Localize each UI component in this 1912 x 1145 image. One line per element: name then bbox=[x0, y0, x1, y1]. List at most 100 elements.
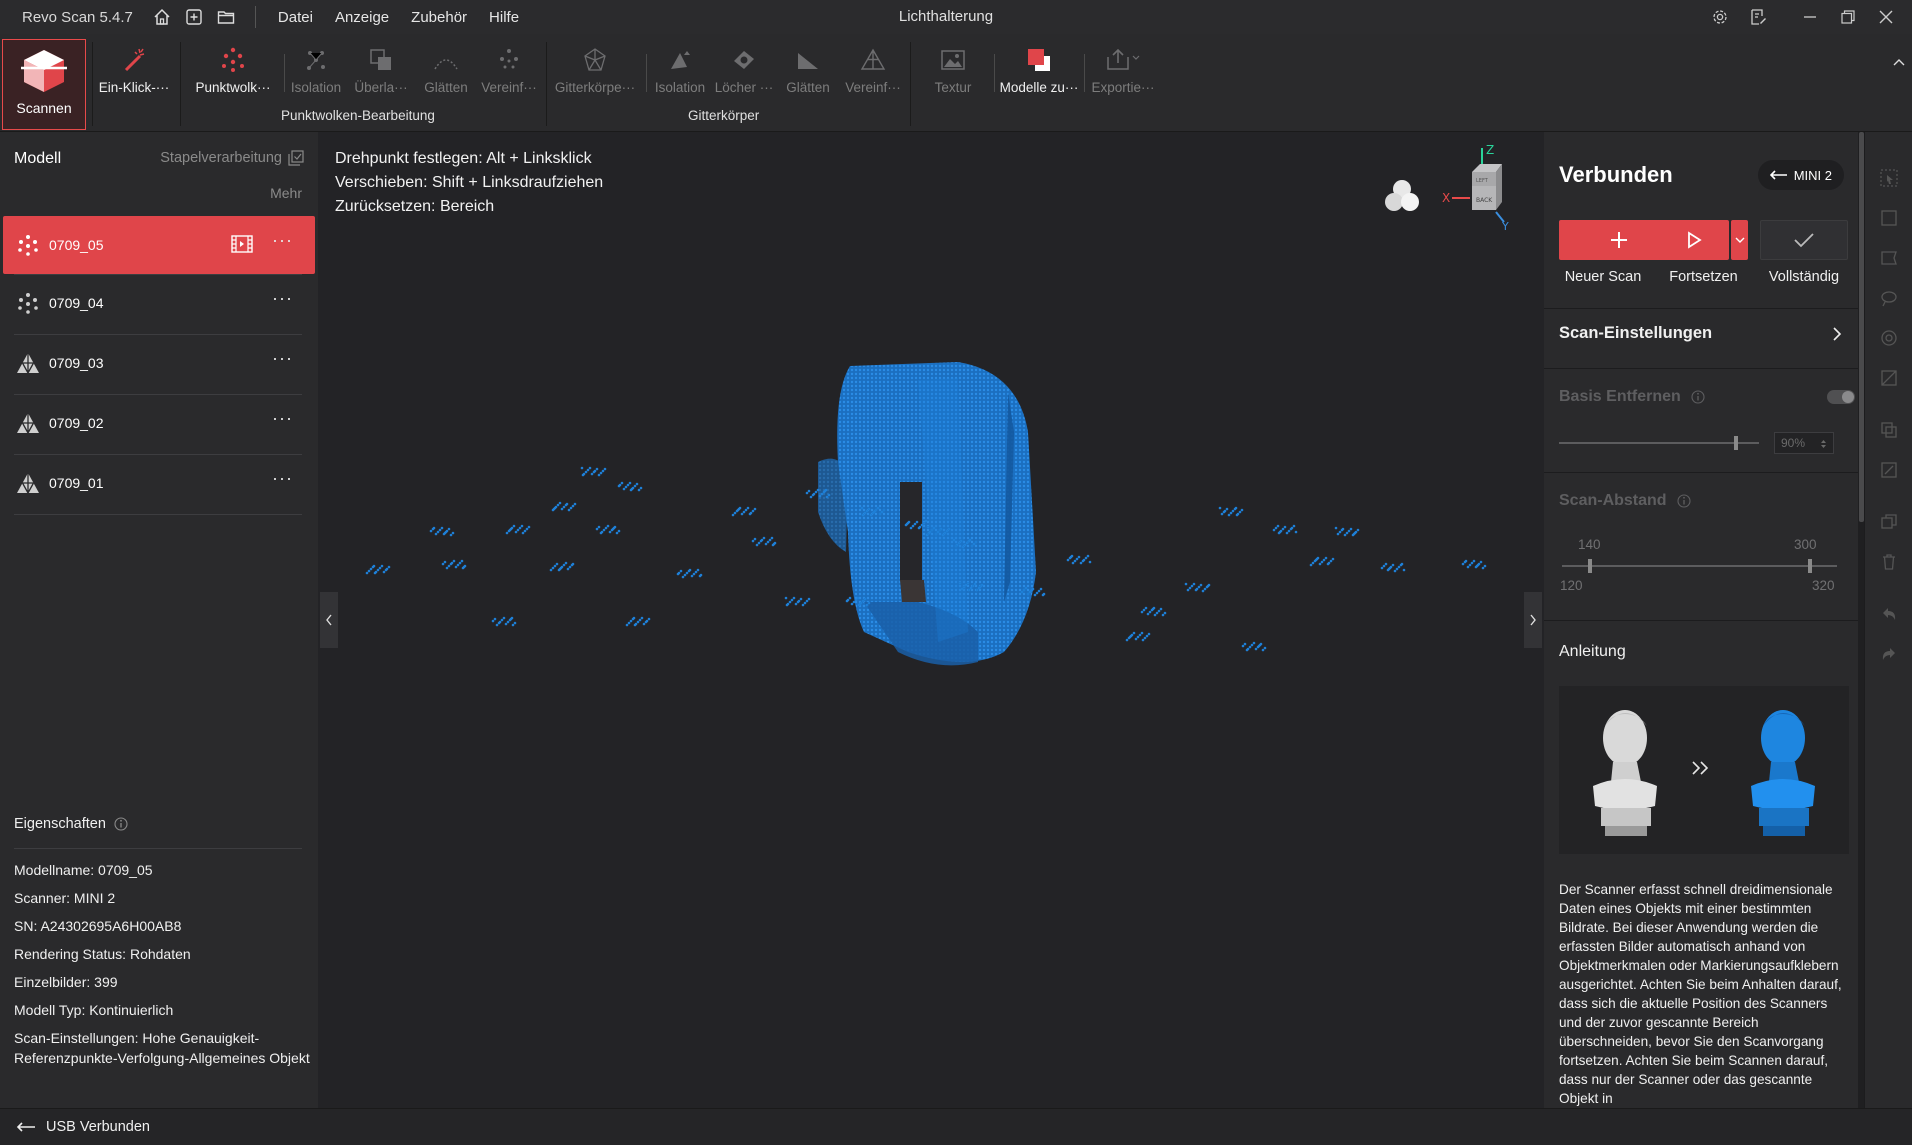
restore-icon[interactable] bbox=[1834, 4, 1862, 30]
reference-marker bbox=[491, 616, 517, 627]
model-more-icon[interactable]: ··· bbox=[272, 230, 293, 251]
model-row-0709-01[interactable]: 0709_01 ··· bbox=[3, 454, 315, 512]
model-more-icon[interactable]: ··· bbox=[272, 408, 293, 429]
continue-button[interactable] bbox=[1659, 220, 1729, 260]
mesh-smooth-button[interactable]: Glätten bbox=[778, 40, 838, 102]
remove-base-toggle[interactable] bbox=[1827, 390, 1855, 404]
texture-button[interactable]: Textur bbox=[920, 40, 986, 102]
model-row-0709-02[interactable]: 0709_02 ··· bbox=[3, 394, 315, 452]
mesh-model-icon bbox=[15, 352, 41, 374]
mesh-isolation-icon bbox=[663, 44, 697, 76]
select-all-icon[interactable] bbox=[1877, 458, 1901, 482]
reference-marker bbox=[1272, 524, 1298, 535]
base-slider-track[interactable] bbox=[1559, 442, 1759, 444]
settings-gear-icon[interactable] bbox=[1706, 4, 1734, 30]
undo-icon[interactable] bbox=[1877, 602, 1901, 626]
reference-marker bbox=[617, 481, 643, 492]
prop-scan-settings: Scan-Einstellungen: Hohe Genauigkeit-Ref… bbox=[14, 1030, 310, 1066]
distance-slider-low-handle[interactable] bbox=[1588, 559, 1592, 573]
model-more-icon[interactable]: ··· bbox=[272, 468, 293, 489]
properties-title: Eigenschaften bbox=[14, 816, 128, 832]
menu-zubehoer[interactable]: Zubehör bbox=[411, 9, 467, 26]
menu-hilfe[interactable]: Hilfe bbox=[489, 9, 519, 26]
usb-connect-icon bbox=[16, 1122, 35, 1132]
one-click-button[interactable]: Ein-Klick-··· bbox=[96, 40, 172, 102]
reference-marker bbox=[1334, 526, 1360, 537]
merge-models-button[interactable]: Modelle zu··· bbox=[998, 40, 1080, 102]
model-row-0709-03[interactable]: 0709_03 ··· bbox=[3, 334, 315, 392]
pc-overlap-button[interactable]: Überla··· bbox=[350, 40, 412, 102]
delete-icon[interactable] bbox=[1877, 550, 1901, 574]
status-bar: USB Verbunden bbox=[0, 1108, 1912, 1145]
copy-icon[interactable] bbox=[1877, 510, 1901, 534]
frames-film-icon[interactable] bbox=[231, 235, 253, 257]
mesh-simplify-button[interactable]: Vereinf··· bbox=[840, 40, 906, 102]
mesh-holes-button[interactable]: Löcher ··· bbox=[712, 40, 776, 102]
point-cloud-button[interactable]: Punktwolk··· bbox=[190, 40, 276, 102]
reference-marker bbox=[441, 559, 467, 570]
reference-marker bbox=[676, 568, 703, 579]
3d-viewport[interactable]: Drehpunkt festlegen: Alt + Linksklick Ve… bbox=[318, 132, 1544, 1108]
point-cloud-model-icon bbox=[15, 234, 41, 256]
model-row-0709-04[interactable]: 0709_04 ··· bbox=[3, 274, 315, 332]
open-folder-icon[interactable] bbox=[215, 6, 237, 28]
model-more-icon[interactable]: ··· bbox=[272, 288, 293, 309]
brush-select-icon[interactable] bbox=[1877, 286, 1901, 310]
remove-base-label: Basis Entfernen bbox=[1559, 388, 1705, 406]
reference-marker bbox=[1218, 506, 1244, 517]
device-badge[interactable]: MINI 2 bbox=[1757, 160, 1844, 190]
guide-title: Anleitung bbox=[1559, 643, 1626, 660]
select-cursor-icon[interactable] bbox=[1877, 166, 1901, 190]
reference-marker bbox=[505, 524, 531, 535]
reference-marker bbox=[1241, 641, 1267, 652]
view-tools-strip bbox=[1864, 132, 1912, 1108]
more-button[interactable]: Mehr bbox=[270, 185, 302, 201]
model-row-0709-05[interactable]: 0709_05 ··· bbox=[3, 216, 315, 274]
collapse-right-panel-button[interactable] bbox=[1524, 592, 1542, 648]
base-percent-input[interactable]: 90% bbox=[1774, 432, 1834, 454]
mesh-button[interactable]: Gitterkörpe··· bbox=[552, 40, 638, 102]
scan-cube-icon bbox=[21, 50, 67, 92]
info-icon[interactable] bbox=[114, 817, 128, 831]
scan-label: Scannen bbox=[16, 100, 72, 116]
info-icon[interactable] bbox=[1691, 390, 1705, 404]
close-icon[interactable] bbox=[1872, 4, 1900, 30]
minimize-icon[interactable] bbox=[1796, 4, 1824, 30]
scan-settings-header[interactable]: Scan-Einstellungen bbox=[1559, 324, 1712, 343]
new-project-icon[interactable] bbox=[183, 6, 205, 28]
home-icon[interactable] bbox=[151, 6, 173, 28]
reference-marker bbox=[751, 536, 777, 547]
export-button[interactable]: Exportie··· bbox=[1088, 40, 1158, 102]
collapse-toolbar-icon[interactable] bbox=[1892, 54, 1906, 71]
prop-model-name: Modellname: 0709_05 bbox=[14, 862, 153, 878]
menu-anzeige[interactable]: Anzeige bbox=[335, 9, 389, 26]
plane-cut-icon[interactable] bbox=[1877, 366, 1901, 390]
pc-isolation-button[interactable]: Isolation bbox=[288, 40, 344, 102]
redo-icon[interactable] bbox=[1877, 642, 1901, 666]
complete-button[interactable] bbox=[1760, 220, 1848, 260]
feedback-icon[interactable] bbox=[1744, 4, 1772, 30]
collapse-left-panel-button[interactable] bbox=[320, 592, 338, 648]
smooth-icon bbox=[429, 44, 463, 76]
pc-simplify-button[interactable]: Vereinf··· bbox=[476, 40, 542, 102]
batch-processing-button[interactable]: Stapelverarbeitung bbox=[160, 150, 304, 166]
connection-status: Verbunden bbox=[1559, 162, 1673, 187]
guide-illustration bbox=[1559, 686, 1849, 854]
continue-dropdown-button[interactable] bbox=[1731, 220, 1748, 260]
invert-selection-icon[interactable] bbox=[1877, 418, 1901, 442]
pc-smooth-button[interactable]: Glätten bbox=[416, 40, 476, 102]
scan-button[interactable]: Scannen bbox=[2, 39, 86, 130]
menu-datei[interactable]: Datei bbox=[278, 9, 313, 26]
isolation-icon bbox=[299, 44, 333, 76]
reference-marker bbox=[580, 466, 607, 477]
rect-select-icon[interactable] bbox=[1877, 206, 1901, 230]
distance-slider-high-handle[interactable] bbox=[1808, 559, 1812, 573]
model-more-icon[interactable]: ··· bbox=[272, 348, 293, 369]
lasso-select-icon[interactable] bbox=[1877, 246, 1901, 270]
mesh-isolation-button[interactable]: Isolation bbox=[650, 40, 710, 102]
distance-slider-track[interactable] bbox=[1562, 565, 1837, 567]
base-slider-handle[interactable] bbox=[1734, 436, 1738, 450]
chevron-right-icon[interactable] bbox=[1832, 326, 1842, 342]
visibility-icon[interactable] bbox=[1877, 326, 1901, 350]
info-icon[interactable] bbox=[1677, 494, 1691, 508]
